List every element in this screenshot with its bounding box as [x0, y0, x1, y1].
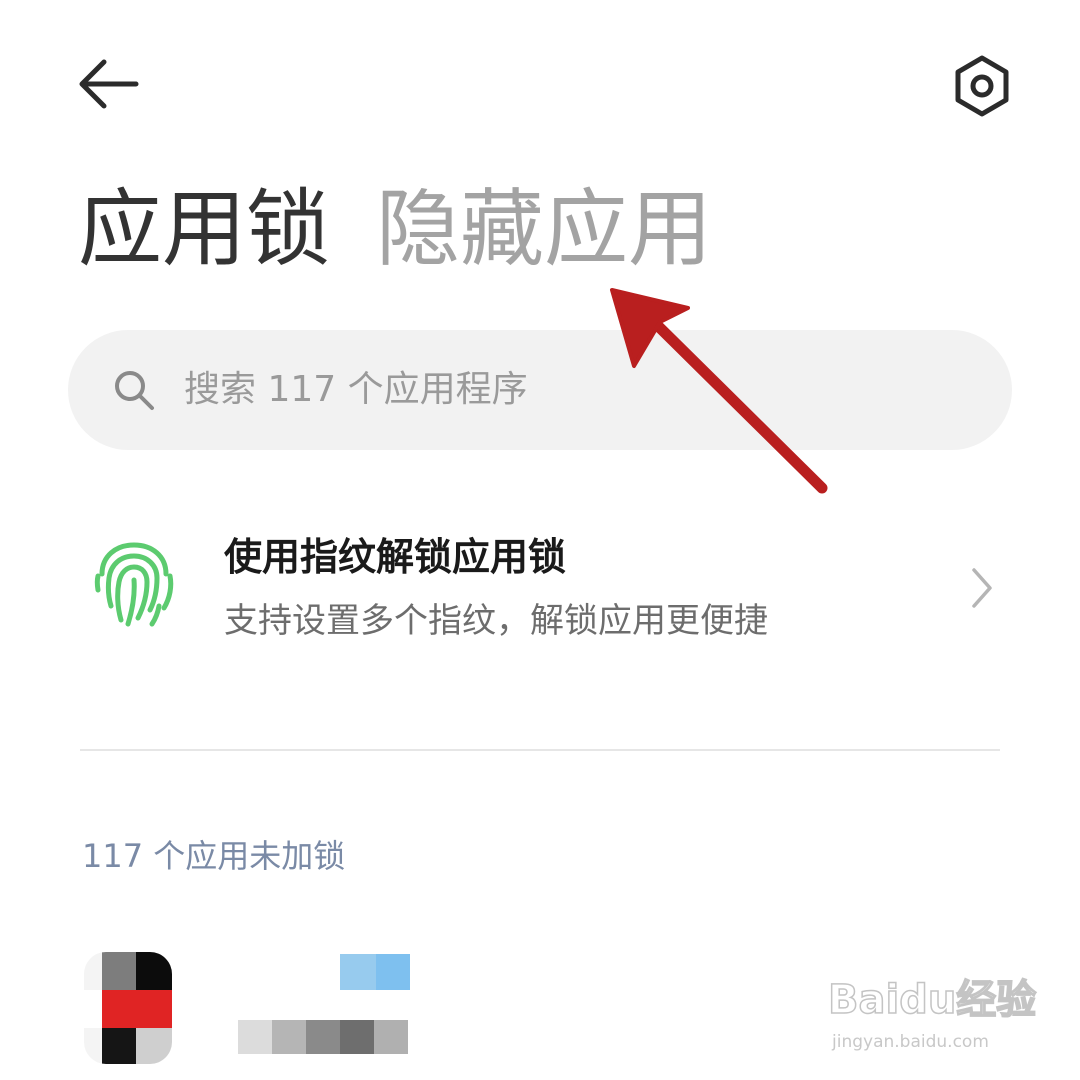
- tab-hidden-apps[interactable]: 隐藏应用: [376, 174, 712, 284]
- fingerprint-row-title: 使用指纹解锁应用锁: [224, 535, 567, 579]
- settings-button[interactable]: [944, 48, 1020, 124]
- app-detail-redacted: [238, 1020, 410, 1054]
- search-placeholder: 搜索 117 个应用程序: [184, 369, 528, 410]
- tab-app-lock[interactable]: 应用锁: [78, 174, 330, 284]
- chevron-right-icon: [972, 568, 992, 608]
- app-name-redacted: [238, 954, 418, 990]
- baidu-watermark: Baidu经验 jingyan.baidu.com: [827, 962, 1037, 1062]
- watermark-url: jingyan.baidu.com: [832, 1032, 989, 1052]
- divider: [80, 749, 1000, 751]
- unlocked-apps-header: 117 个应用未加锁: [82, 837, 346, 875]
- fingerprint-icon: [94, 542, 174, 627]
- app-lock-screen: 应用锁 隐藏应用 搜索 117 个应用程序 使用指纹解锁应用锁 支持设置多个指纹，…: [0, 0, 1080, 1080]
- fingerprint-unlock-row[interactable]: 使用指纹解锁应用锁 支持设置多个指纹，解锁应用更便捷: [0, 520, 1080, 670]
- tab-bar: 应用锁 隐藏应用: [78, 174, 712, 284]
- hexagon-settings-icon: [955, 55, 1009, 117]
- fingerprint-row-subtitle: 支持设置多个指纹，解锁应用更便捷: [224, 601, 768, 641]
- watermark-logo: Baidu经验: [827, 976, 1037, 1024]
- search-input[interactable]: 搜索 117 个应用程序: [68, 330, 1012, 450]
- app-icon: [84, 952, 172, 1064]
- search-icon: [115, 371, 154, 410]
- arrow-left-icon: [79, 59, 139, 109]
- back-button[interactable]: [72, 52, 144, 116]
